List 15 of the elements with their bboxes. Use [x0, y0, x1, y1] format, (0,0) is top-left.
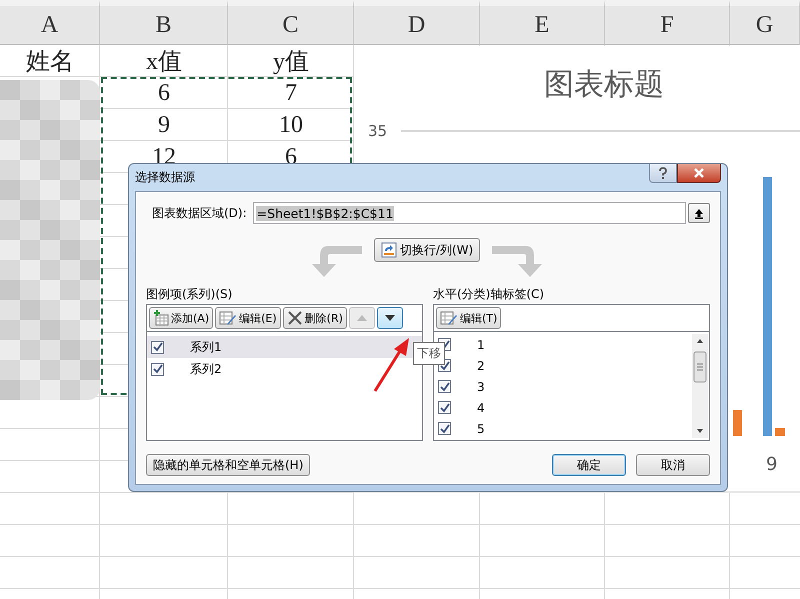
panel-label: 水平(分类)轴标签(C): [433, 286, 546, 303]
table-cell: 7: [285, 80, 297, 106]
chart-title: 图表标题: [544, 66, 664, 104]
tooltip: 下移: [413, 342, 445, 365]
axis-tick-label: 35: [368, 122, 388, 140]
window-title: 选择数据源: [135, 169, 195, 186]
table-cell-text: y值: [273, 48, 309, 77]
table-cell: 6: [158, 80, 170, 106]
table-cell-text: x值: [146, 48, 182, 77]
table-cell: 10: [279, 112, 303, 138]
panel-label: 图例项(系列)(S): [146, 286, 234, 303]
table-cell: 9: [158, 112, 170, 138]
axis-label: 9: [766, 454, 778, 475]
table-cell-text: 姓名: [26, 48, 74, 77]
range-label: 图表数据区域(D):: [152, 204, 247, 222]
